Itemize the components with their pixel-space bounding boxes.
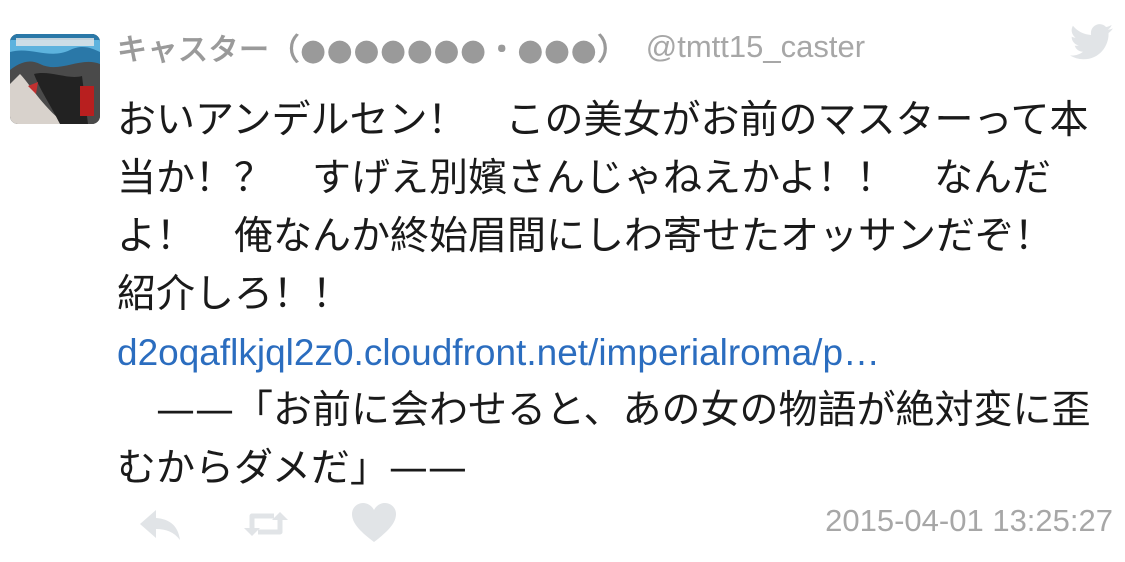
tweet-actions [136,500,416,548]
tweet-text-after: ——「お前に会わせると、あの女の物語が絶対変に歪むからダメだ」—— [117,388,1091,491]
heart-icon[interactable] [350,500,398,548]
tweet-text: おいアンデルセン！ この美女がお前のマスターって本当か！？ すげえ別嬪さんじゃね… [117,98,1093,317]
user-handle[interactable]: @tmtt15_caster [646,29,865,65]
display-name[interactable]: キャスター（●●●●●●●・●●●） [117,25,628,69]
retweet-icon[interactable] [242,500,290,548]
tweet-link[interactable]: d2oqaflkjql2z0.cloudfront.net/imperialro… [117,324,1107,382]
twitter-bird-icon[interactable] [1069,24,1114,60]
avatar[interactable] [10,34,100,124]
tweet-header: キャスター（●●●●●●●・●●●） @tmtt15_caster [117,24,1017,70]
tweet-body: おいアンデルセン！ この美女がお前のマスターって本当か！？ すげえ別嬪さんじゃね… [117,92,1107,498]
tweet-timestamp[interactable]: 2015-04-01 13:25:27 [825,503,1113,539]
reply-icon[interactable] [136,500,184,548]
